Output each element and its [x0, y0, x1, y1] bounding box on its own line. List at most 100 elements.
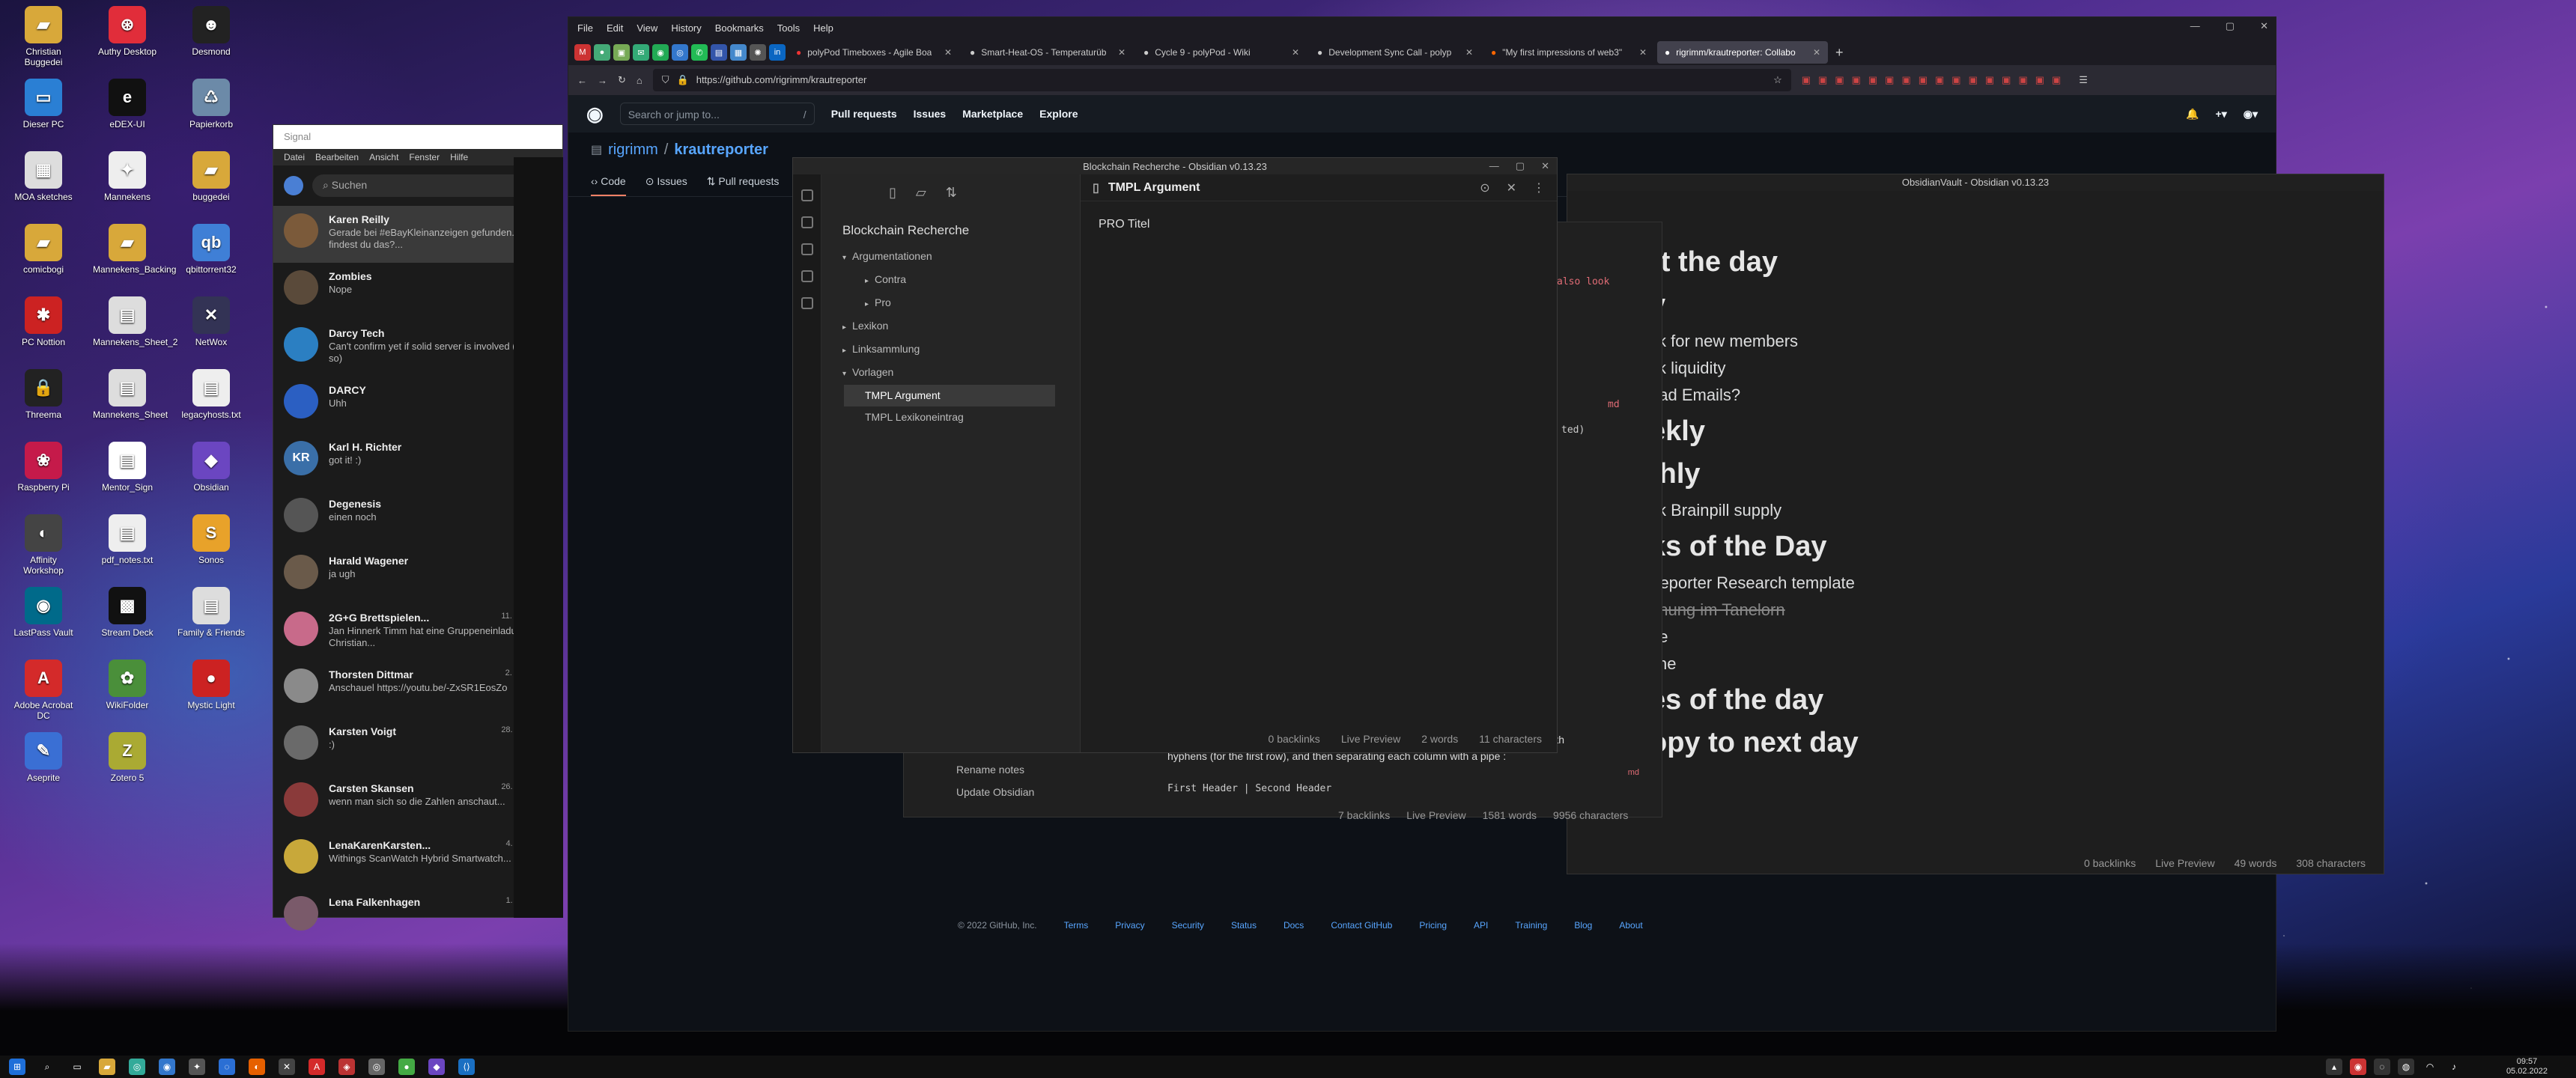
browser-tab[interactable]: ● polyPod Timeboxes - Agile Boa ✕ [789, 41, 959, 64]
desktop-icon-0[interactable]: ▰ Christian Buggedei [9, 6, 78, 67]
github-search-input[interactable]: Search or jump to... / [619, 103, 815, 125]
browser-tab[interactable]: ● "My first impressions of web3" ✕ [1483, 41, 1654, 64]
task-view-icon[interactable]: ▭ [69, 1059, 85, 1075]
tab-issues[interactable]: ⊙ Issues [645, 175, 687, 188]
sort-icon[interactable]: ⇅ [946, 185, 957, 201]
tray-icon[interactable]: ◉ [2350, 1059, 2366, 1075]
tree-item[interactable]: ▾ Vorlagen [842, 362, 1080, 385]
desktop-icon-21[interactable]: ◐ Affinity Workshop [9, 514, 78, 576]
pinned-tab-icon[interactable]: ◎ [672, 44, 688, 61]
graph-icon[interactable] [801, 189, 813, 201]
app-icon[interactable]: ● [398, 1059, 415, 1075]
footer-link[interactable]: API [1474, 920, 1488, 931]
tree-item[interactable]: ▸ Contra [842, 269, 1080, 292]
vscode-icon[interactable]: ⟨⟩ [458, 1059, 475, 1075]
firefox-icon[interactable]: ◐ [249, 1059, 265, 1075]
desktop-icon-10[interactable]: ▰ Mannekens_Backing [93, 224, 176, 275]
template-icon[interactable] [801, 270, 813, 282]
tray-icon[interactable]: ◍ [2398, 1059, 2414, 1075]
desktop-icon-9[interactable]: ▰ comicbogi [9, 224, 78, 275]
chrome-icon[interactable]: ◎ [129, 1059, 145, 1075]
nav-issues[interactable]: Issues [914, 108, 947, 120]
close-tab-icon[interactable]: ✕ [1118, 47, 1126, 58]
footer-link[interactable]: Blog [1574, 920, 1592, 931]
close-tab-icon[interactable]: ✕ [1813, 47, 1820, 58]
editor-mode[interactable]: Live Preview [1341, 733, 1400, 745]
minimize-icon[interactable]: — [1489, 160, 1499, 172]
new-note-icon[interactable]: ▯ [889, 185, 896, 201]
menu-bearbeiten[interactable]: Bearbeiten [315, 152, 359, 162]
menu-help[interactable]: Help [813, 22, 833, 34]
nav-explore[interactable]: Explore [1039, 108, 1078, 120]
menu-edit[interactable]: Edit [607, 22, 623, 34]
browser-tab[interactable]: ● rigrimm/krautreporter: Collabo ✕ [1657, 41, 1828, 64]
desktop-icon-14[interactable]: ✕ NetWox [177, 296, 246, 347]
desktop-icon-22[interactable]: ▤ pdf_notes.txt [93, 514, 162, 565]
pinned-tab-icon[interactable]: ● [594, 44, 610, 61]
footer-link[interactable]: Terms [1064, 920, 1089, 931]
url-bar[interactable]: ⛉ 🔒 https://github.com/rigrimm/krautrepo… [652, 69, 1791, 91]
desktop-icon-5[interactable]: ♺ Papierkorb [177, 79, 246, 130]
desktop-icon-24[interactable]: ◉ LastPass Vault [9, 587, 78, 638]
app-icon[interactable]: ◉ [159, 1059, 175, 1075]
whatsapp-pinned-tab-icon[interactable]: ✆ [691, 44, 708, 61]
pinned-tab-icon[interactable]: ▣ [613, 44, 630, 61]
backlinks-count[interactable]: 0 backlinks [1269, 733, 1320, 745]
menu-file[interactable]: File [577, 22, 593, 34]
wifi-icon[interactable]: ◠ [2422, 1059, 2438, 1075]
tray-icon[interactable]: ◌ [2374, 1059, 2390, 1075]
footer-link[interactable]: Status [1231, 920, 1257, 931]
bookmark-star-icon[interactable]: ☆ [1773, 74, 1782, 86]
close-icon[interactable]: ✕ [2260, 20, 2268, 32]
desktop-icon-8[interactable]: ▰ buggedei [177, 151, 246, 202]
volume-icon[interactable]: ♪ [2446, 1059, 2462, 1075]
tree-item[interactable]: ▸ Pro [842, 292, 1080, 315]
desktop-icon-28[interactable]: ✿ WikiFolder [93, 660, 162, 710]
menu-icon[interactable]: ☰ [2079, 74, 2088, 86]
tray-icon[interactable]: ▴ [2326, 1059, 2342, 1075]
pinned-tab-icon[interactable]: ◉ [652, 44, 669, 61]
menu-fenster[interactable]: Fenster [409, 152, 440, 162]
linkedin-pinned-tab-icon[interactable]: in [769, 44, 786, 61]
desktop-icon-16[interactable]: ▤ Mannekens_Sheet [93, 369, 168, 420]
desktop-icon-20[interactable]: ◆ Obsidian [177, 442, 246, 493]
browser-tab[interactable]: ● Smart-Heat-OS - Temperaturüb ✕ [962, 41, 1133, 64]
tree-item[interactable]: ▾ Argumentationen [842, 246, 1080, 269]
toolbar-extensions[interactable]: ▣▣▣▣▣▣▣▣▣▣▣▣▣▣▣▣ [1802, 74, 2069, 86]
browser-tab[interactable]: ● Development Sync Call - polyp ✕ [1310, 41, 1480, 64]
note-editor[interactable]: PRO Titel [1081, 201, 1557, 248]
maximize-icon[interactable]: ▢ [2226, 20, 2235, 32]
acrobat-icon[interactable]: A [309, 1059, 325, 1075]
minimize-icon[interactable]: — [2190, 20, 2200, 32]
pinned-tab-icon[interactable]: ▦ [730, 44, 747, 61]
home-icon[interactable]: ⌂ [637, 75, 643, 86]
close-tab-icon[interactable]: ✕ [944, 47, 952, 58]
desktop-icon-15[interactable]: 🔒 Threema [9, 369, 78, 420]
desktop-icon-29[interactable]: ● Mystic Light [177, 660, 246, 710]
github-logo-icon[interactable]: ◉ [586, 103, 604, 126]
tree-item[interactable]: TMPL Argument [844, 385, 1055, 406]
backlinks-count[interactable]: 0 backlinks [2084, 857, 2136, 869]
desktop-icon-31[interactable]: Z Zotero 5 [93, 732, 162, 783]
search-icon[interactable]: ⌕ [39, 1059, 55, 1075]
reload-icon[interactable]: ↻ [618, 74, 626, 86]
menu-view[interactable]: View [637, 22, 657, 34]
editor-mode[interactable]: Live Preview [2155, 857, 2214, 869]
forward-icon[interactable]: → [598, 75, 607, 86]
footer-link[interactable]: Docs [1284, 920, 1304, 931]
footer-link[interactable]: Security [1172, 920, 1204, 931]
desktop-icon-12[interactable]: ✱ PC Nottion [9, 296, 78, 347]
new-folder-icon[interactable]: ▱ [916, 185, 926, 201]
gmail-pinned-tab-icon[interactable]: M [574, 44, 591, 61]
reading-view-icon[interactable]: ⊙ [1480, 180, 1489, 195]
desktop-icon-1[interactable]: ⊛ Authy Desktop [93, 6, 162, 57]
desktop-icon-17[interactable]: ▤ legacyhosts.txt [177, 369, 246, 420]
desktop-icon-13[interactable]: ▤ Mannekens_Sheet_2 [93, 296, 177, 347]
nav-pull-requests[interactable]: Pull requests [831, 108, 897, 120]
tree-item[interactable]: ▸ Linksammlung [842, 338, 1080, 362]
signal-icon[interactable]: ◌ [219, 1059, 235, 1075]
desktop-icon-23[interactable]: S Sonos [177, 514, 246, 565]
footer-link[interactable]: About [1619, 920, 1642, 931]
app-icon[interactable]: ◎ [368, 1059, 385, 1075]
desktop-icon-26[interactable]: ▤ Family & Friends [177, 587, 246, 638]
